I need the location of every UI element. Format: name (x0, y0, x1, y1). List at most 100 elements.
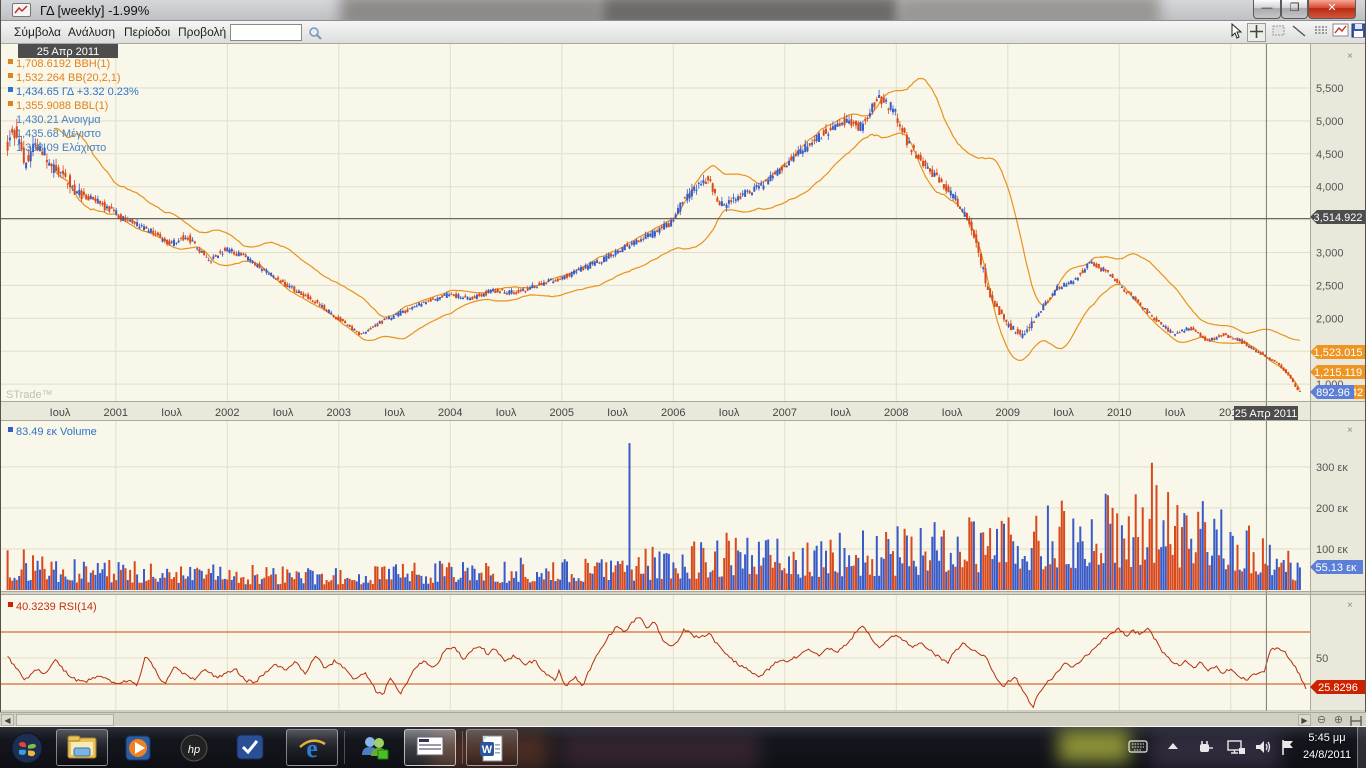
svg-text:e: e (306, 734, 318, 763)
search-icon[interactable] (308, 26, 322, 40)
svg-text:W: W (482, 744, 493, 756)
save-tool-button[interactable] (1349, 23, 1366, 42)
taskbar-check-app-button[interactable] (224, 729, 276, 766)
volume-legend-marker (8, 427, 13, 432)
taskbar-media-player-button[interactable] (112, 729, 164, 766)
xaxis-tick: Ιουλ (830, 407, 851, 419)
window-title: ΓΔ [weekly] -1.99% (40, 3, 149, 18)
price-axis-tick: 4,500 (1316, 149, 1344, 161)
volume-axis-tick: 200 εκ (1316, 503, 1348, 515)
scrollbar-thumb[interactable] (16, 714, 114, 726)
price-axis-tick: 2,000 (1316, 313, 1344, 325)
xaxis-tick: Ιουλ (1165, 407, 1186, 419)
menu-view[interactable]: Προβολή (170, 21, 234, 44)
xaxis-tick: Ιουλ (496, 407, 517, 419)
action-center-flag-icon[interactable] (1280, 739, 1296, 756)
volume-panel-close-icon[interactable]: × (1347, 425, 1353, 436)
legend-bb: 1,532.264 BB(20,2,1) (16, 72, 121, 84)
show-desktop-button[interactable] (1357, 727, 1366, 768)
band-upper-label: 1,523.015 (1314, 347, 1363, 359)
scroll-left-button[interactable]: ◀ (1, 714, 14, 726)
zoom-out-button[interactable]: ⊖ (1314, 713, 1329, 727)
rsi-legend: 40.3239 RSI(14) (16, 601, 97, 613)
xaxis-tick: 2006 (661, 407, 685, 419)
legend-high: 1,435.68 Μέγιστο (16, 128, 101, 140)
legend-bbh: 1,708.6192 BBH(1) (16, 58, 110, 70)
xaxis-tick: 2010 (1107, 407, 1131, 419)
legend-low: 1,388.09 Ελάχιστο (16, 142, 106, 154)
legend-marker-bbl (8, 101, 13, 106)
chart-canvas[interactable]: Ιουλ2001Ιουλ2002Ιουλ2003Ιουλ2004Ιουλ2005… (0, 0, 1366, 768)
horizontal-scrollbar[interactable]: ◀ ▶ ⊖ ⊕ (0, 712, 1366, 726)
network-tray-icon[interactable] (1226, 739, 1246, 755)
hidden-icons-button[interactable] (1166, 739, 1180, 753)
volume-last-label: 55.13 εκ (1316, 562, 1357, 574)
taskbar-explorer-button[interactable] (56, 729, 108, 766)
legend-open: 1,430.21 Ανοιγμα (16, 114, 101, 126)
window-border-left (0, 0, 1, 712)
region-tool-button[interactable] (1269, 23, 1288, 42)
xaxis-tick: 2002 (215, 407, 239, 419)
legend-marker-bbh (8, 59, 13, 64)
power-tray-icon[interactable] (1196, 739, 1214, 755)
volume-tray-icon[interactable] (1254, 739, 1272, 755)
legend-marker-bb (8, 73, 13, 78)
xaxis-tick: 2008 (884, 407, 908, 419)
clock-time: 5:45 μμ (1296, 730, 1358, 747)
taskbar: hp e (0, 727, 1366, 768)
main-plot-area[interactable] (0, 44, 1310, 401)
band-mid-label: 1,215.119 (1314, 367, 1362, 379)
titlebar[interactable]: ΓΔ [weekly] -1.99% — ❐ ✕ (0, 0, 1366, 21)
zoom-in-button[interactable]: ⊕ (1331, 713, 1346, 727)
symbol-search-input[interactable] (230, 24, 302, 41)
taskbar-messenger-button[interactable] (348, 729, 400, 766)
xaxis-tick: Ιουλ (719, 407, 740, 419)
minimize-button[interactable]: — (1253, 0, 1281, 19)
zoom-range-button[interactable] (1348, 713, 1363, 727)
taskbar-hp-button[interactable]: hp (168, 729, 220, 766)
start-button[interactable] (1, 729, 53, 766)
main-panel-close-icon[interactable]: × (1347, 51, 1353, 62)
price-axis-tick: 5,500 (1316, 83, 1344, 95)
price-axis-tick: 3,000 (1316, 248, 1344, 260)
xaxis-tick: Ιουλ (1053, 407, 1074, 419)
price-axis-tick: 2,500 (1316, 280, 1344, 292)
taskbar-strade-button[interactable] (404, 729, 456, 766)
xaxis-tick: 2003 (327, 407, 351, 419)
rsi-legend-marker (8, 602, 13, 607)
xaxis-tick: 2009 (996, 407, 1020, 419)
legend-price: 1,434.65 ΓΔ +3.32 0.23% (16, 86, 139, 98)
rsi-plot-area[interactable] (0, 595, 1310, 711)
restore-button[interactable]: ❐ (1281, 0, 1308, 19)
crosshair-price-label: 3,514.922 (1314, 212, 1363, 224)
keyboard-tray-icon[interactable] (1128, 739, 1148, 753)
taskbar-word-button[interactable]: W (466, 729, 518, 766)
menubar: Σύμβολα Ανάλυση Περίοδοι Προβολή (0, 21, 1366, 44)
scroll-right-button[interactable]: ▶ (1298, 714, 1311, 726)
volume-axis-tick: 300 εκ (1316, 462, 1348, 474)
xaxis-tick: Ιουλ (161, 407, 182, 419)
xaxis-tick: Ιουλ (273, 407, 294, 419)
trendline-tool-button[interactable] (1289, 23, 1308, 42)
watermark: STrade™ (6, 389, 53, 401)
xaxis-tick: 2007 (773, 407, 797, 419)
rsi-panel-close-icon[interactable]: × (1347, 600, 1353, 611)
chart-style-tool-button[interactable] (1331, 23, 1350, 42)
pointer-tool-button[interactable] (1226, 23, 1245, 42)
menu-periods[interactable]: Περίοδοι (116, 21, 178, 44)
dashed-lines-tool-button[interactable] (1311, 23, 1330, 42)
xaxis-tick: Ιουλ (384, 407, 405, 419)
volume-legend: 83.49 εκ Volume (16, 426, 97, 438)
taskbar-internet-explorer-button[interactable]: e (286, 729, 338, 766)
taskbar-separator (344, 731, 345, 764)
taskbar-separator (462, 731, 463, 764)
rsi-last-label: 25.8296 (1318, 682, 1358, 694)
crosshair-tool-button[interactable] (1247, 23, 1266, 42)
menu-analysis[interactable]: Ανάλυση (60, 21, 123, 44)
taskbar-clock[interactable]: 5:45 μμ 24/8/2011 (1296, 730, 1358, 764)
price-axis-tick: 4,000 (1316, 182, 1344, 194)
legend-date-text: 25 Απρ 2011 (37, 46, 100, 58)
crosshair-date-label: 25 Απρ 2011 (1235, 408, 1298, 420)
close-button[interactable]: ✕ (1308, 0, 1356, 19)
xaxis-tick: 2001 (104, 407, 128, 419)
